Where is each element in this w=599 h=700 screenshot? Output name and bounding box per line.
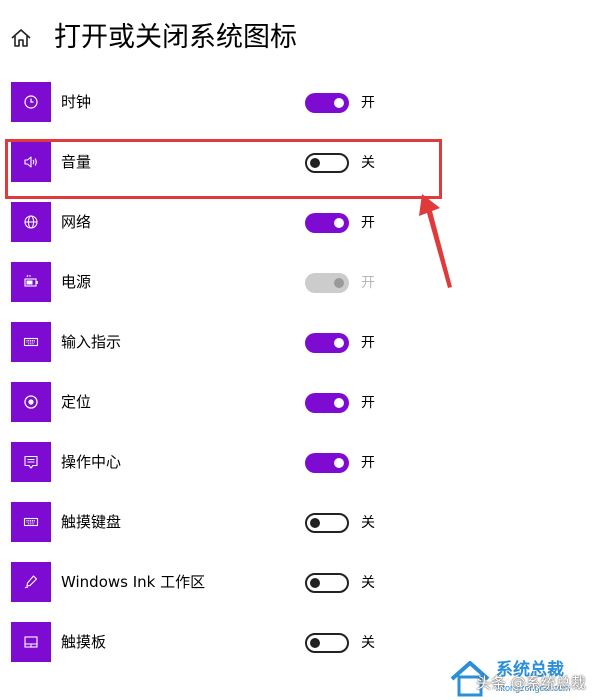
item-label: 定位 (61, 393, 92, 411)
power-tile (11, 262, 51, 302)
toggle-state: 开 (361, 275, 375, 291)
touchpad-toggle[interactable] (305, 633, 349, 653)
input-indicator-toggle[interactable] (305, 333, 349, 353)
toggle-knob (334, 98, 344, 108)
windows-ink-toggle[interactable] (305, 573, 349, 593)
action-center-icon (24, 455, 38, 469)
watermark-text: 头条 @系统总裁 (476, 674, 586, 692)
item-label: 网络 (61, 213, 92, 231)
location-toggle[interactable] (305, 393, 349, 413)
keyboard-icon (23, 337, 39, 347)
list-item-network: 网络 开 (0, 202, 599, 262)
location-tile (11, 382, 51, 422)
pen-icon (24, 575, 38, 589)
touchpad-icon (24, 636, 38, 648)
location-icon (24, 395, 38, 409)
item-label: 触摸键盘 (61, 513, 122, 531)
windows-ink-tile (11, 562, 51, 602)
toggle-state: 开 (361, 335, 375, 351)
list-item-touch-keyboard: 触摸键盘 关 (0, 502, 599, 562)
network-toggle[interactable] (305, 213, 349, 233)
item-label: 输入指示 (61, 333, 122, 351)
list-item-input-indicator: 输入指示 开 (0, 322, 599, 382)
item-label: 时钟 (61, 93, 92, 111)
list-item-windows-ink: Windows Ink 工作区 关 (0, 562, 599, 622)
network-tile (11, 202, 51, 242)
toggle-knob (310, 578, 320, 588)
item-label: 电源 (61, 273, 92, 291)
item-label: 触摸板 (61, 633, 107, 651)
list-item-power: 电源 开 (0, 262, 599, 322)
clock-toggle[interactable] (305, 93, 349, 113)
touch-keyboard-icon (23, 517, 39, 527)
toggle-state: 关 (361, 515, 375, 531)
battery-icon (24, 274, 38, 287)
toggle-knob (334, 218, 344, 228)
clock-tile (11, 82, 51, 122)
clock-icon (24, 95, 38, 109)
touchpad-tile (11, 622, 51, 662)
touch-keyboard-toggle[interactable] (305, 513, 349, 533)
annotation-arrow-icon (419, 194, 452, 288)
toggle-knob (310, 518, 320, 528)
toggle-state: 开 (361, 395, 375, 411)
globe-icon (24, 215, 38, 229)
list-item-action-center: 操作中心 开 (0, 442, 599, 502)
annotation-highlight-box (5, 139, 442, 199)
toggle-knob (334, 398, 344, 408)
toggle-state: 关 (361, 635, 375, 651)
toggle-knob (334, 458, 344, 468)
action-center-tile (11, 442, 51, 482)
toggle-state: 开 (361, 215, 375, 231)
action-center-toggle[interactable] (305, 453, 349, 473)
item-label: 操作中心 (61, 453, 122, 471)
system-icons-list: 时钟 开 音量 关 网络 开 电源 开 输入指示 开 定位 开 操作中心 开 触… (0, 0, 599, 700)
toggle-state: 关 (361, 575, 375, 591)
list-item-location: 定位 开 (0, 382, 599, 442)
list-item-clock: 时钟 开 (0, 82, 599, 142)
toggle-knob (310, 638, 320, 648)
touch-keyboard-tile (11, 502, 51, 542)
toggle-knob (334, 278, 344, 288)
toggle-state: 开 (361, 95, 375, 111)
item-label: Windows Ink 工作区 (61, 573, 206, 591)
toggle-knob (334, 338, 344, 348)
input-indicator-tile (11, 322, 51, 362)
toggle-state: 开 (361, 455, 375, 471)
power-toggle (305, 273, 349, 293)
